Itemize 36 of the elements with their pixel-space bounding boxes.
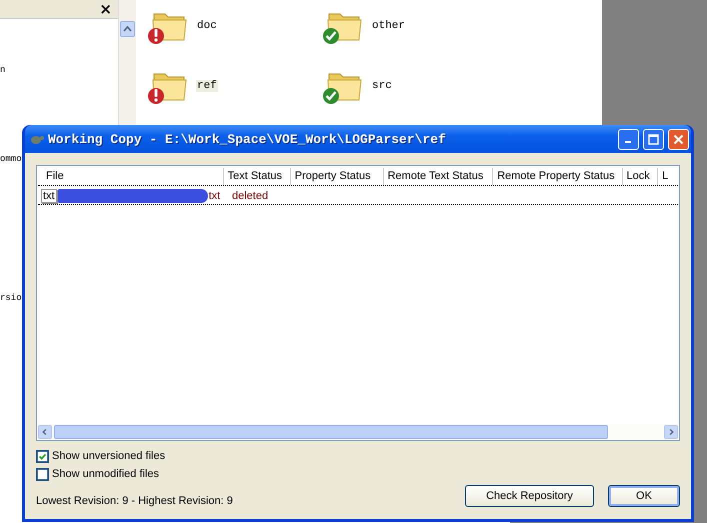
checkbox-label[interactable]: Show unversioned files <box>52 450 166 462</box>
minimize-button[interactable] <box>618 128 639 150</box>
dialog-button[interactable]: OK <box>608 485 680 507</box>
checkbox-label[interactable]: Show unmodified files <box>52 468 160 480</box>
scroll-left-button[interactable] <box>38 425 52 439</box>
scroll-up-button[interactable] <box>120 21 135 37</box>
scrollbar-thumb[interactable] <box>54 425 608 439</box>
column-header[interactable]: Remote Property Status <box>493 168 623 185</box>
checkbox[interactable] <box>36 468 49 480</box>
column-header[interactable]: Lock <box>622 168 658 185</box>
tree-item[interactable]: n <box>0 65 6 75</box>
checkbox[interactable] <box>36 450 49 462</box>
close-button[interactable] <box>668 128 689 150</box>
folder-name[interactable]: other <box>371 20 406 32</box>
window-title: Working Copy - E:\Work_Space\VOE_Work\LOGParser\ref <box>48 132 447 146</box>
column-header[interactable]: Text Status <box>224 168 291 185</box>
column-header[interactable]: Remote Text Status <box>384 168 494 185</box>
close-button[interactable]: × <box>99 2 112 16</box>
tree-item[interactable]: ommo <box>0 154 22 164</box>
column-header[interactable]: File <box>38 168 224 185</box>
horizontal-scrollbar[interactable] <box>37 424 679 440</box>
revision-info: Lowest Revision: 9 - Highest Revision: 9 <box>36 495 233 507</box>
column-header[interactable]: Property Status <box>290 168 384 185</box>
folder-name[interactable]: src <box>371 80 393 92</box>
maximize-button[interactable] <box>643 128 664 150</box>
file-extension: txt <box>208 190 220 202</box>
maximize-icon[interactable] <box>648 134 659 144</box>
close-icon[interactable] <box>673 134 684 144</box>
status-cell-text: deleted <box>231 190 268 202</box>
scroll-right-button[interactable] <box>664 425 678 439</box>
dialog-button[interactable]: Check Repository <box>465 485 594 507</box>
folder-name[interactable]: doc <box>196 20 218 32</box>
column-header[interactable]: L <box>658 168 678 185</box>
folder-name[interactable]: ref <box>196 80 218 92</box>
tree-item[interactable]: rsio <box>0 293 22 303</box>
file-name-start: txt <box>41 189 57 203</box>
